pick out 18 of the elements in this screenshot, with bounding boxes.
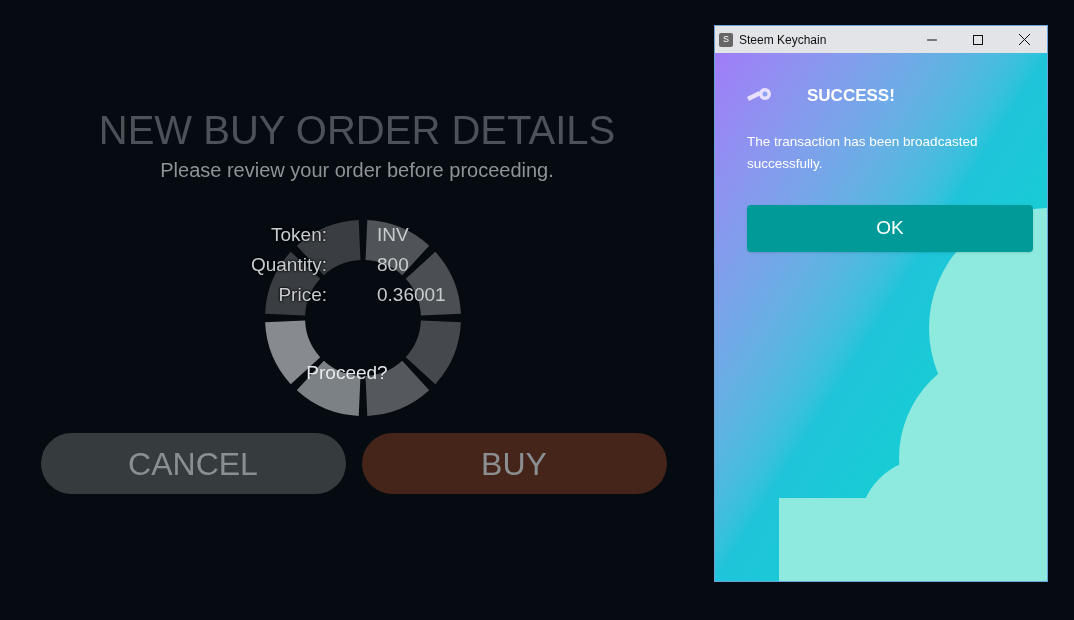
dialog-subtitle: Please review your order before proceeding. [160,158,554,183]
detail-label: Quantity: [249,253,327,277]
detail-label: Token: [270,223,327,247]
maximize-icon [973,34,983,45]
detail-label: Price: [277,283,327,307]
success-heading: SUCCESS! [807,85,895,107]
close-icon [1018,34,1030,45]
ok-button[interactable]: OK [747,204,1033,252]
detail-value: 800 [377,253,410,277]
detail-value: 0.36001 [377,283,447,307]
cancel-button[interactable]: CANCEL [40,433,346,494]
window-title: Steem Keychain [739,31,827,49]
proceed-prompt: Proceed? [306,361,388,385]
detail-value: INV [377,223,410,247]
buy-button[interactable]: BUY [361,433,667,494]
dialog-title: NEW BUY ORDER DETAILS [98,107,616,154]
success-message: The transaction has been broadcasted successfully. [747,132,979,173]
app-icon: S [719,32,733,47]
